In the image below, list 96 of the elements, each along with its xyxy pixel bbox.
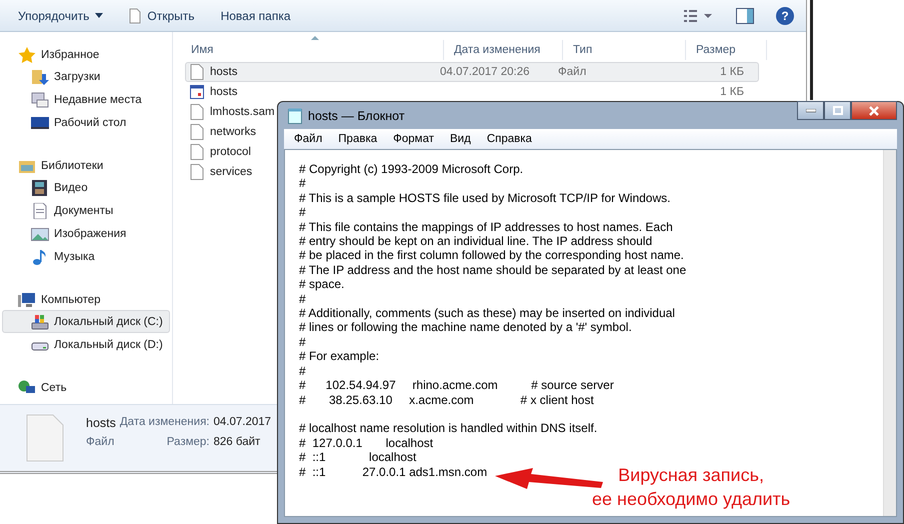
file-name[interactable]: services <box>210 165 252 179</box>
view-options-icon[interactable] <box>684 10 714 22</box>
file-name[interactable]: networks <box>210 125 256 139</box>
size-cell: 1 КБ <box>720 86 744 98</box>
type-cell: Файл <box>558 66 586 78</box>
text-line: # <box>299 292 306 306</box>
sidebar-item[interactable]: Локальный диск (C:) <box>2 310 170 333</box>
sidebar-group[interactable]: Компьютер <box>0 289 172 310</box>
details-file-name: hosts <box>86 416 116 430</box>
monitor-icon <box>31 114 49 130</box>
drive-icon <box>31 314 49 330</box>
text-line: # 127.0.0.1 localhost <box>299 436 434 450</box>
file-icon <box>129 8 142 24</box>
menu-item[interactable]: Вид <box>442 133 479 145</box>
text-line: # lines or following the machine name denoted by a '#' symbol. <box>299 320 632 335</box>
column-header[interactable]: Размер <box>686 40 767 60</box>
column-header[interactable]: Тип <box>563 40 686 60</box>
text-line: # <box>299 176 306 191</box>
file-icon <box>190 104 204 120</box>
caret-icon <box>95 13 104 18</box>
menu-item[interactable]: Справка <box>478 133 540 145</box>
open-button[interactable]: Открыть <box>119 4 205 26</box>
window-title: hosts — Блокнот <box>308 108 405 122</box>
size-cell: 1 КБ <box>720 66 744 78</box>
calendar-icon <box>190 84 204 100</box>
sidebar-group[interactable]: Избранное <box>0 44 172 65</box>
file-name[interactable]: protocol <box>210 145 251 159</box>
sidebar-item[interactable]: Документы <box>2 199 170 222</box>
sidebar-item[interactable]: Рабочий стол <box>2 111 170 134</box>
sidebar-item[interactable]: Локальный диск (D:) <box>2 333 170 356</box>
date-cell: 04.07.2017 20:26 <box>440 66 530 78</box>
new-folder-button[interactable]: Новая папка <box>210 6 301 26</box>
text-line: # ::1 localhost <box>299 450 416 465</box>
column-header[interactable]: Дата изменения <box>444 40 563 60</box>
star-icon <box>18 46 36 62</box>
organize-button[interactable]: Упорядочить <box>8 6 114 26</box>
text-line: # <box>299 334 306 350</box>
details-value: 826 байт <box>214 436 262 448</box>
maximize-button[interactable] <box>824 101 851 120</box>
document-icon <box>31 202 49 218</box>
details-label: Дата изменения: <box>120 416 210 430</box>
minimize-icon <box>806 108 816 112</box>
sidebar-item[interactable]: Музыка <box>2 245 170 268</box>
help-button[interactable]: ? <box>776 6 794 24</box>
sidebar-item[interactable]: Недавние места <box>2 88 170 111</box>
download-folder-icon <box>31 68 49 84</box>
sidebar-item[interactable]: Изображения <box>2 222 170 245</box>
file-name[interactable]: hosts <box>210 85 238 99</box>
text-line: # This file contains the mappings of IP addresses to host names. Each <box>299 220 673 234</box>
file-icon <box>190 124 204 140</box>
computer-icon <box>18 292 36 308</box>
file-row[interactable]: hosts 04.07.2017 20:26 Файл 1 КБ <box>185 62 759 82</box>
sidebar-item[interactable]: Видео <box>2 176 170 199</box>
file-name[interactable]: lmhosts.sam <box>210 105 275 119</box>
text-line: # localhost name resolution is handled within DNS itself. <box>299 421 598 436</box>
text-line: # Additionally, comments (such as these) may be inserted on individual <box>299 306 675 320</box>
maximize-icon <box>832 106 842 115</box>
network-icon <box>18 380 36 396</box>
text-line: # <box>299 364 306 378</box>
windows-icon <box>31 92 49 108</box>
sidebar-group[interactable]: Сеть <box>0 377 172 398</box>
annotation-text: ее необходимо удалить <box>592 488 790 511</box>
notepad-icon <box>288 108 302 124</box>
text-line: # This is a sample HOSTS file used by Microsoft TCP/IP for Windows. <box>299 190 670 206</box>
text-line: # be placed in the first column followed by the corresponding host name. <box>299 248 684 263</box>
sidebar-item[interactable]: Загрузки <box>2 65 170 88</box>
text-line: # The IP address and the host name should be separated by at least one <box>299 262 686 278</box>
annotation-text: Вирусная запись, <box>618 464 764 487</box>
file-icon <box>190 144 204 160</box>
file-name[interactable]: hosts <box>210 65 238 79</box>
menu-item[interactable]: Файл <box>286 133 330 145</box>
minimize-button[interactable] <box>797 101 824 120</box>
menu-item[interactable]: Формат <box>385 133 442 145</box>
picture-icon <box>31 226 49 242</box>
details-label: Размер: <box>166 436 210 448</box>
file-icon <box>26 414 64 462</box>
menu-item[interactable]: Правка <box>330 133 386 145</box>
scrollbar[interactable] <box>883 150 896 516</box>
text-line: # entry should be kept on an individual line. The IP address should <box>299 234 652 248</box>
file-icon <box>190 64 204 80</box>
text-line: # ::1 27.0.0.1 ads1.msn.com <box>299 464 488 479</box>
sidebar-group[interactable]: Библиотеки <box>0 155 172 176</box>
sort-arrow-icon <box>311 36 319 40</box>
text-line: # space. <box>299 277 344 292</box>
text-line: # 38.25.63.10 x.acme.com # x client host <box>299 392 594 407</box>
text-line: # 102.54.94.97 rhino.acme.com # source server <box>299 378 614 392</box>
close-icon <box>869 106 879 116</box>
file-icon <box>190 164 204 180</box>
preview-pane-icon[interactable] <box>736 8 754 24</box>
text-line: # <box>299 205 306 220</box>
details-file-type: Файл <box>86 436 116 448</box>
close-button[interactable] <box>851 101 897 120</box>
details-value: 04.07.2017 <box>214 416 272 430</box>
text-line: # Copyright (c) 1993-2009 Microsoft Corp. <box>299 162 524 176</box>
text-line: # For example: <box>299 349 380 364</box>
film-icon <box>31 180 49 196</box>
